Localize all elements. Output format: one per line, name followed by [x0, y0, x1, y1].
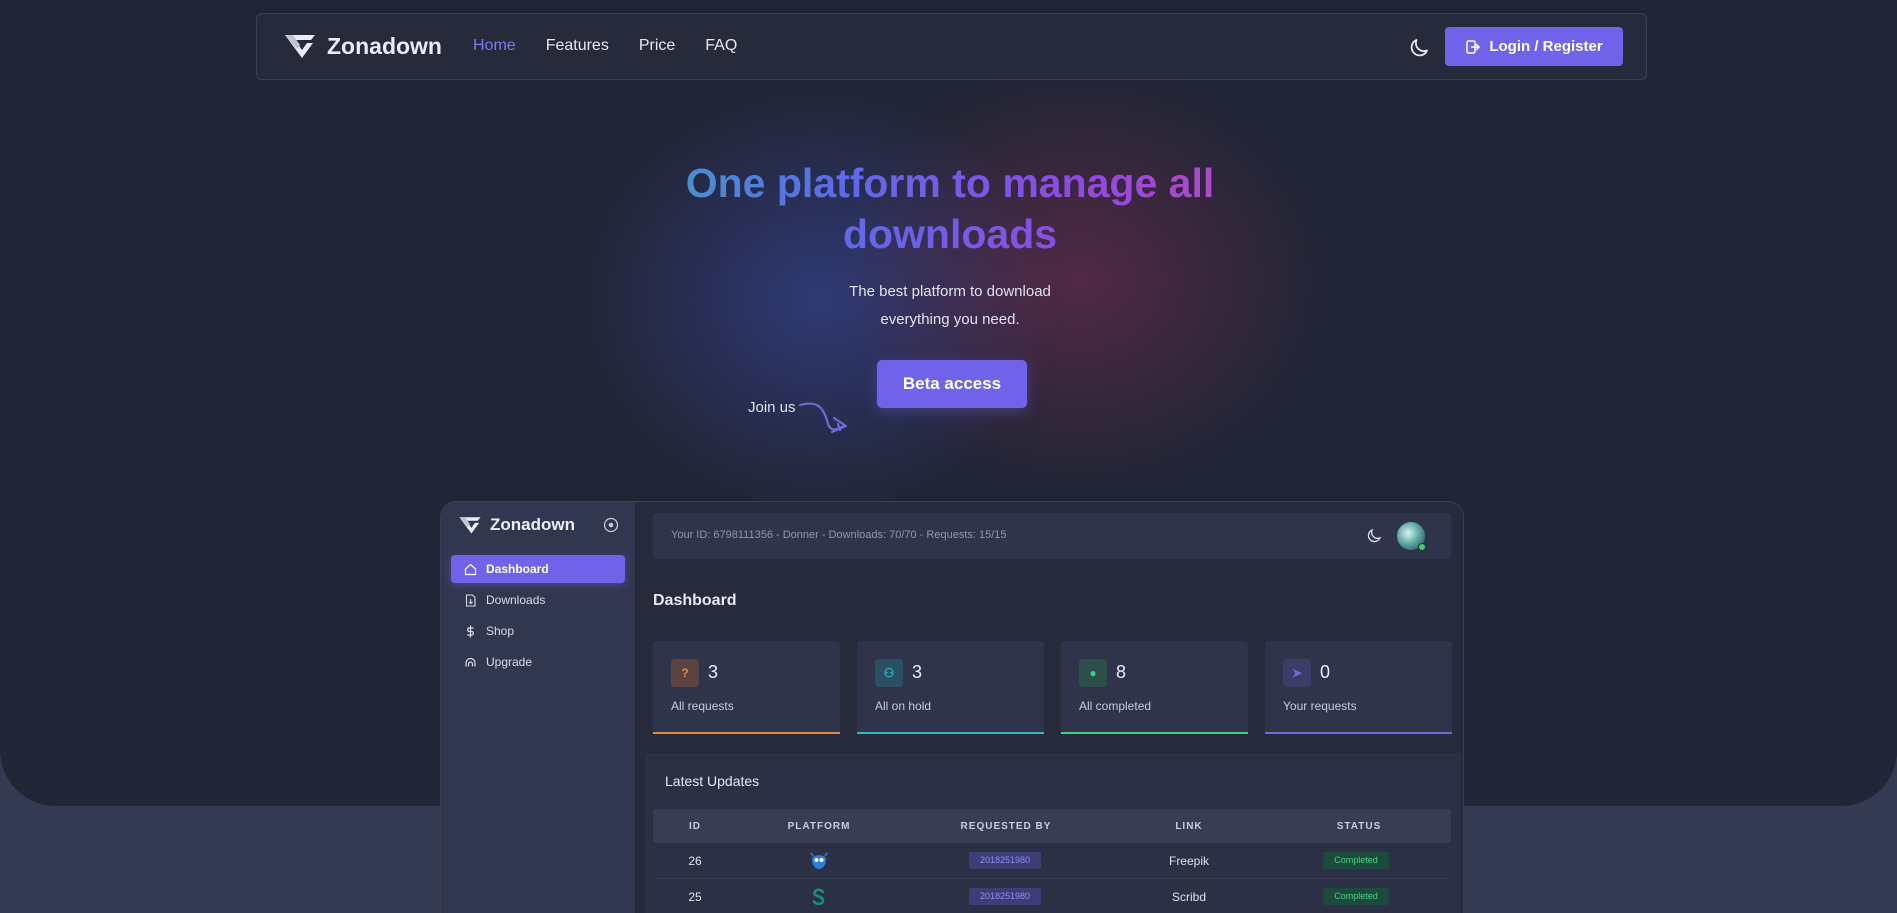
table-header: ID PLATFORM REQUESTED BY LINK STATUS [653, 809, 1451, 843]
latest-updates-panel: Latest Updates ID PLATFORM REQUESTED BY … [645, 753, 1461, 913]
theme-toggle-moon-icon[interactable] [1365, 527, 1383, 545]
brand-logo[interactable]: Zonadown [283, 32, 442, 60]
row-link[interactable]: Scribd [1111, 890, 1267, 904]
nav-link-price[interactable]: Price [639, 37, 675, 55]
nav-links: Home Features Price FAQ [473, 37, 737, 55]
stat-label: All completed [1079, 699, 1152, 713]
dashboard-sidebar: Zonadown Dashboard Downloads Shop Upgrad… [441, 502, 635, 913]
join-us-label: Join us [748, 399, 796, 416]
theme-toggle-moon-icon[interactable] [1407, 36, 1431, 60]
status-badge: Completed [1323, 852, 1389, 869]
page-title: Dashboard [653, 592, 737, 609]
table-row[interactable]: 26 2018251980 Freepik Completed [653, 843, 1451, 879]
requested-by-badge[interactable]: 2018251980 [969, 888, 1041, 905]
column-header-platform: PLATFORM [787, 821, 851, 832]
sidebar-item-label: Dashboard [486, 562, 549, 576]
status-badge: Completed [1323, 888, 1389, 905]
question-icon: ? [671, 659, 699, 687]
file-download-icon [465, 593, 476, 607]
column-header-id: ID [689, 821, 701, 832]
stat-value: 3 [708, 662, 719, 682]
table-row[interactable]: 25 2018251980 Scribd Completed [653, 879, 1451, 913]
user-info: Your ID: 6798111356 - Donner - Downloads… [671, 529, 1007, 541]
stat-card-all-completed: ● 8 All completed [1061, 641, 1248, 734]
stat-accent-bar [857, 732, 1044, 734]
dashboard-preview: Zonadown Dashboard Downloads Shop Upgrad… [440, 501, 1464, 913]
stat-value: 0 [1320, 662, 1331, 682]
column-header-requested-by: REQUESTED BY [960, 821, 1052, 832]
column-header-link: LINK [1175, 821, 1203, 832]
curved-arrow-icon [798, 402, 848, 434]
column-header-status: STATUS [1336, 821, 1382, 832]
hero-subtitle: The best platform to download everything… [790, 278, 1110, 334]
latest-updates-title: Latest Updates [665, 773, 760, 789]
sidebar-item-shop[interactable]: Shop [451, 617, 625, 645]
hero-title: One platform to manage all downloads [600, 158, 1300, 260]
dashboard-topbar: Your ID: 6798111356 - Donner - Downloads… [653, 513, 1451, 559]
sidebar-collapse-icon[interactable] [603, 517, 619, 533]
nav-link-faq[interactable]: FAQ [705, 37, 737, 55]
login-register-label: Login / Register [1489, 38, 1603, 55]
sidebar-item-label: Downloads [486, 593, 546, 607]
zonadown-logo-icon [285, 35, 315, 58]
sidebar-item-label: Shop [486, 624, 515, 638]
home-icon [464, 563, 477, 575]
sidebar-item-dashboard[interactable]: Dashboard [451, 555, 625, 583]
dollar-icon [467, 625, 474, 637]
stat-label: All requests [671, 699, 734, 713]
freepik-icon [810, 852, 828, 869]
hero-subtitle-line2: everything you need. [880, 311, 1020, 328]
sidebar-item-downloads[interactable]: Downloads [451, 586, 625, 614]
nav-link-features[interactable]: Features [546, 37, 609, 55]
row-link[interactable]: Freepik [1111, 854, 1267, 868]
stat-card-all-requests: ? 3 All requests [653, 641, 840, 734]
nav-link-home[interactable]: Home [473, 37, 516, 55]
dashboard-main: Your ID: 6798111356 - Donner - Downloads… [635, 502, 1463, 913]
stat-accent-bar [1265, 732, 1452, 734]
dashboard-brand-logo[interactable]: Zonadown [458, 515, 575, 535]
online-status-dot [1418, 543, 1426, 551]
row-id: 25 [688, 890, 702, 904]
zonadown-logo-icon [459, 517, 481, 534]
dashboard-brand-name: Zonadown [490, 515, 575, 534]
check-circle-icon: ● [1079, 659, 1107, 687]
row-id: 26 [688, 854, 702, 868]
stat-card-your-requests: ➤ 0 Your requests [1265, 641, 1452, 734]
navbar: Zonadown Home Features Price FAQ Login /… [256, 13, 1647, 80]
stat-label: All on hold [875, 699, 932, 713]
stat-value: 8 [1116, 662, 1127, 682]
stat-accent-bar [653, 732, 840, 734]
brand-name: Zonadown [327, 32, 442, 59]
login-icon [1466, 39, 1481, 54]
login-register-button[interactable]: Login / Register [1445, 27, 1623, 66]
stat-label: Your requests [1283, 699, 1357, 713]
stat-card-all-on-hold: ⚇ 3 All on hold [857, 641, 1044, 734]
sidebar-item-label: Upgrade [486, 655, 533, 669]
scribd-icon [812, 888, 825, 906]
hero-subtitle-line1: The best platform to download [849, 283, 1051, 300]
stat-accent-bar [1061, 732, 1248, 734]
users-clock-icon: ⚇ [875, 659, 903, 687]
stat-value: 3 [912, 662, 923, 682]
requested-by-badge[interactable]: 2018251980 [969, 852, 1041, 869]
sidebar-item-upgrade[interactable]: Upgrade [451, 648, 625, 676]
beta-access-button[interactable]: Beta access [877, 360, 1027, 408]
upgrade-icon [465, 657, 476, 666]
pointer-icon: ➤ [1283, 659, 1311, 687]
